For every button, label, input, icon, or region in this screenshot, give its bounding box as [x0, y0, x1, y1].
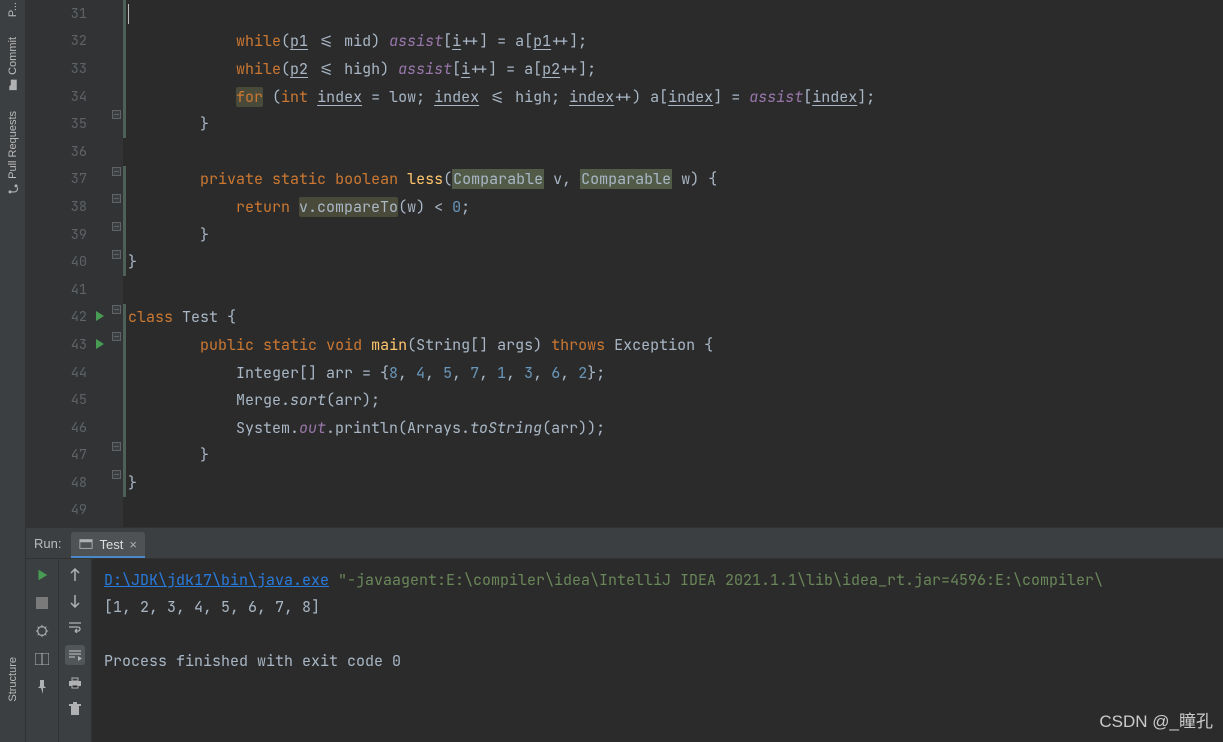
folder-icon — [7, 79, 19, 91]
line-number[interactable]: 40 — [26, 248, 109, 276]
stop-button[interactable] — [34, 595, 50, 611]
line-number[interactable]: 41 — [26, 276, 109, 304]
code-line: while(p2 <= high) assist[i++] = a[p2++]; — [123, 55, 1223, 83]
print-button[interactable] — [67, 675, 83, 691]
code-line: } — [123, 442, 1223, 470]
run-toolbar-left — [26, 559, 59, 742]
line-number[interactable]: 31 — [26, 0, 109, 28]
tool-window-rail: P... Commit Pull Requests Structure — [0, 0, 26, 742]
java-path-link[interactable]: D:\JDK\jdk17\bin\java.exe — [104, 570, 329, 590]
watermark: CSDN @_瞳孔 — [1099, 707, 1213, 732]
fold-marker-icon[interactable] — [112, 442, 121, 451]
fold-marker-icon[interactable] — [112, 305, 121, 314]
code-editor[interactable]: 31323334353637@383940414243444546474849 … — [26, 0, 1223, 527]
scroll-to-end-button[interactable] — [65, 645, 85, 665]
code-line: private static boolean less(Comparable v… — [123, 166, 1223, 194]
console-output[interactable]: D:\JDK\jdk17\bin\java.exe "-javaagent:E:… — [92, 559, 1223, 742]
line-number[interactable]: 49 — [26, 497, 109, 525]
gutter: 31323334353637@383940414243444546474849 — [26, 0, 110, 527]
fold-marker-icon[interactable] — [112, 250, 121, 259]
run-gutter-icon[interactable] — [95, 336, 105, 354]
line-number[interactable]: 48 — [26, 469, 109, 497]
run-tool-window: Run: Test × D:\JDK\jdk17\bin\java.exe "-… — [26, 527, 1223, 742]
structure-tool[interactable]: Structure — [7, 657, 19, 702]
code-line: public static void main(String[] args) t… — [123, 331, 1223, 359]
wrap-button[interactable] — [67, 619, 83, 635]
run-gutter-icon[interactable] — [95, 308, 105, 326]
code-line: } — [123, 469, 1223, 497]
run-header: Run: Test × — [26, 528, 1223, 559]
clear-button[interactable] — [67, 701, 83, 717]
line-number[interactable]: 45 — [26, 386, 109, 414]
fold-marker-icon[interactable] — [112, 167, 121, 176]
close-icon[interactable]: × — [129, 537, 137, 552]
run-label: Run: — [34, 536, 61, 551]
code-line — [123, 276, 1223, 304]
line-number[interactable]: 36 — [26, 138, 109, 166]
project-tool[interactable]: P... — [7, 2, 19, 17]
fold-marker-icon[interactable] — [112, 194, 121, 203]
pull-requests-tool[interactable]: Pull Requests — [7, 111, 19, 195]
code-line: Integer[] arr = {8, 4, 5, 7, 1, 3, 6, 2}… — [123, 359, 1223, 387]
line-number[interactable]: 34 — [26, 83, 109, 111]
code-line — [123, 138, 1223, 166]
code-line — [123, 0, 1223, 28]
line-number[interactable]: 44 — [26, 359, 109, 387]
git-icon — [7, 183, 19, 195]
code-line: } — [123, 248, 1223, 276]
line-number[interactable]: 39 — [26, 221, 109, 249]
code-line: return v.compareTo(w) < 0; — [123, 193, 1223, 221]
line-number[interactable]: 42 — [26, 304, 109, 332]
line-number[interactable]: 43 — [26, 331, 109, 359]
line-number[interactable]: 47 — [26, 442, 109, 470]
code-line — [123, 497, 1223, 525]
code-area[interactable]: while(p1 <= mid) assist[i++] = a[p1++]; … — [110, 0, 1223, 527]
line-number[interactable]: 38 — [26, 193, 109, 221]
window-icon — [79, 537, 93, 551]
line-number[interactable]: 33 — [26, 55, 109, 83]
code-line: for (int index = low; index <= high; ind… — [123, 83, 1223, 111]
code-line: } — [123, 221, 1223, 249]
code-line: System.out.println(Arrays.toString(arr))… — [123, 414, 1223, 442]
code-lines[interactable]: while(p1 <= mid) assist[i++] = a[p1++]; … — [123, 0, 1223, 524]
line-number[interactable]: 35 — [26, 110, 109, 138]
fold-marker-icon[interactable] — [112, 332, 121, 341]
run-tab[interactable]: Test × — [71, 532, 144, 558]
down-button[interactable] — [67, 593, 83, 609]
code-line: } — [123, 110, 1223, 138]
code-line: while(p1 <= mid) assist[i++] = a[p1++]; — [123, 28, 1223, 56]
code-line: Merge.sort(arr); — [123, 386, 1223, 414]
pin-button[interactable] — [34, 679, 50, 695]
layout-button[interactable] — [34, 651, 50, 667]
line-number[interactable]: 37@ — [26, 166, 109, 194]
commit-tool[interactable]: Commit — [7, 37, 19, 91]
fold-marker-icon[interactable] — [112, 222, 121, 231]
code-line: class Test { — [123, 304, 1223, 332]
run-toolbar-right — [59, 559, 92, 742]
fold-strip — [110, 0, 123, 527]
line-number[interactable]: 32 — [26, 28, 109, 56]
line-number[interactable]: 46 — [26, 414, 109, 442]
rerun-button[interactable] — [34, 567, 50, 583]
fold-marker-icon[interactable] — [112, 110, 121, 119]
debug-button[interactable] — [34, 623, 50, 639]
up-button[interactable] — [67, 567, 83, 583]
fold-marker-icon[interactable] — [112, 470, 121, 479]
